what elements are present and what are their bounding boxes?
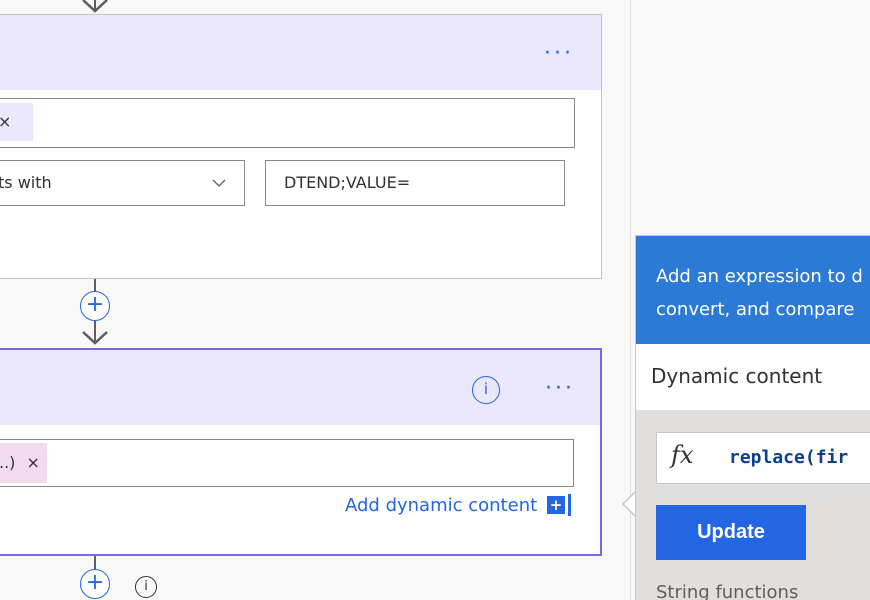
dynamic-token[interactable]: × [0, 103, 33, 141]
expression-token[interactable]: ..) × [0, 443, 47, 483]
compose-action-card[interactable]: i ··· ..) × Add dynamic content + [0, 348, 602, 556]
header-line-2: convert, and compare [656, 299, 855, 320]
expression-text: replace(fir [729, 447, 849, 468]
dynamic-content-indicator [568, 494, 571, 516]
inputs-field[interactable]: ..) × [0, 439, 574, 487]
tab-dynamic-content[interactable]: Dynamic content [651, 364, 822, 388]
header-line-1: Add an expression to d [656, 266, 863, 287]
add-dynamic-content-link[interactable]: Add dynamic content [345, 493, 537, 519]
arrow-down-icon [82, 321, 108, 345]
panel-tabs: Dynamic content [636, 344, 870, 410]
condition-value-text: DTEND;VALUE= [284, 173, 411, 192]
add-dynamic-content-icon[interactable]: + [547, 496, 565, 514]
flow-canvas: ··· × ts with DTEND;VALUE= + i ··· ..) ×… [0, 0, 630, 600]
condition-value-field[interactable]: DTEND;VALUE= [265, 160, 565, 206]
condition-action-card[interactable]: ··· × ts with DTEND;VALUE= [0, 14, 602, 279]
more-options-icon[interactable]: ··· [544, 43, 574, 65]
expression-panel: Add an expression to d convert, and comp… [635, 235, 870, 600]
insert-step-icon[interactable]: + [80, 291, 110, 321]
insert-step-icon[interactable]: + [80, 569, 110, 599]
operator-selected-value: ts with [0, 173, 52, 192]
action-card-header[interactable]: i ··· [0, 350, 600, 425]
token-remove-icon[interactable]: × [0, 112, 11, 131]
update-button[interactable]: Update [656, 505, 806, 560]
more-options-icon[interactable]: ··· [545, 378, 575, 400]
token-remove-icon[interactable]: × [27, 453, 40, 472]
action-card-header[interactable]: ··· [0, 15, 601, 90]
info-icon[interactable]: i [472, 376, 500, 404]
arrow-down-icon [82, 0, 108, 13]
chevron-down-icon [212, 179, 226, 187]
expression-input[interactable]: fx replace(fir [656, 432, 870, 484]
connector-line [94, 556, 96, 570]
info-icon[interactable]: i [135, 576, 157, 598]
fx-icon: fx [671, 441, 694, 469]
condition-left-field[interactable]: × [0, 98, 575, 148]
string-functions-heading: String functions [656, 582, 799, 600]
expression-panel-header: Add an expression to d convert, and comp… [636, 236, 870, 344]
condition-operator-select[interactable]: ts with [0, 160, 245, 206]
token-text: ..) [0, 453, 16, 472]
